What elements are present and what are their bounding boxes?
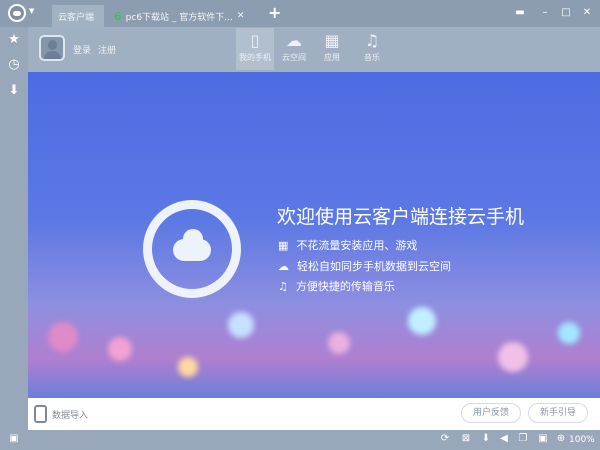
star-icon[interactable]: ★ <box>5 32 23 50</box>
tab-pc6[interactable]: 6 pc6下载站 _ 官方软件下... ✕ <box>108 5 258 27</box>
nav-my-phone[interactable]: ▯ 我的手机 <box>236 28 274 70</box>
favicon-icon: 6 <box>114 9 122 23</box>
apps-grid-icon: ▦ <box>324 31 340 50</box>
sidebar: ★ ◷ ⬇ <box>0 27 28 430</box>
tab-cloud-client[interactable]: 云客户端 <box>52 5 104 27</box>
cloud-sync-icon: ☁ <box>278 260 289 273</box>
fullscreen-icon[interactable]: ▣ <box>536 433 550 444</box>
status-bar: ▣ ⟳ ⊠ ⬇ ◀ ❐ ▣ ⊕ 100% <box>0 430 600 450</box>
bottom-panel: 数据导入 用户反馈 新手引导 <box>28 398 600 430</box>
minimize-button[interactable]: – <box>538 6 552 20</box>
cloud-logo-icon <box>8 4 26 22</box>
window-icon[interactable]: ❐ <box>516 433 530 444</box>
feature-sync: ☁ 轻松自如同步手机数据到云空间 <box>278 260 451 273</box>
sync-icon[interactable]: ⟳ <box>438 433 452 444</box>
clock-icon[interactable]: ◷ <box>5 57 23 75</box>
chevron-down-icon: ▼ <box>29 7 35 15</box>
avatar[interactable] <box>39 35 65 61</box>
close-button[interactable]: ✕ <box>580 6 594 20</box>
tab-label: pc6下载站 _ 官方软件下... <box>125 12 233 23</box>
skin-icon[interactable]: ▬ <box>513 6 527 20</box>
volume-icon[interactable]: ◀ <box>497 433 511 444</box>
phone-import-icon <box>34 405 47 423</box>
download-icon[interactable]: ⬇ <box>5 83 23 101</box>
app-menu-button[interactable]: ▼ <box>8 4 38 22</box>
register-link[interactable]: 注册 <box>98 43 116 56</box>
feature-music: ♫ 方便快捷的传输音乐 <box>278 280 395 293</box>
zoom-level[interactable]: 100% <box>569 435 595 445</box>
music-icon: ♫ <box>278 280 288 293</box>
zoom-icon[interactable]: ⊕ <box>554 433 568 444</box>
welcome-banner: 欢迎使用云客户端连接云手机 ▦ 不花流量安装应用、游戏 ☁ 轻松自如同步手机数据到云… <box>28 72 600 398</box>
cloud-logo <box>143 200 241 298</box>
new-tab-button[interactable]: + <box>268 3 281 22</box>
nav-music[interactable]: ♫ 音乐 <box>353 28 391 70</box>
phone-icon: ▯ <box>250 31 260 50</box>
maximize-button[interactable]: □ <box>559 6 573 20</box>
cloud-sync-icon: ☁ <box>286 31 302 50</box>
music-icon: ♫ <box>364 31 380 50</box>
login-link[interactable]: 登录 <box>73 43 91 56</box>
download-icon[interactable]: ⬇ <box>479 433 493 444</box>
feature-apps: ▦ 不花流量安装应用、游戏 <box>278 239 418 252</box>
feedback-button[interactable]: 用户反馈 <box>461 403 521 423</box>
screenshot-icon[interactable]: ⊠ <box>459 433 473 444</box>
banner-title: 欢迎使用云客户端连接云手机 <box>277 206 525 228</box>
apps-grid-icon: ▦ <box>278 239 289 252</box>
tab-label: 云客户端 <box>58 12 95 23</box>
guide-button[interactable]: 新手引导 <box>528 403 588 423</box>
title-bar: ▼ 云客户端 6 pc6下载站 _ 官方软件下... ✕ + ▬ – □ ✕ <box>0 0 600 27</box>
data-import-button[interactable]: 数据导入 <box>34 403 88 425</box>
toolbar: 登录 注册 ▯ 我的手机 ☁ 云空间 ▦ 应用 ♫ 音乐 <box>28 27 600 72</box>
close-tab-icon[interactable]: ✕ <box>237 11 245 21</box>
nav-apps[interactable]: ▦ 应用 <box>313 28 351 70</box>
nav-cloud-space[interactable]: ☁ 云空间 <box>275 28 313 70</box>
sidebar-toggle-icon[interactable]: ▣ <box>7 433 21 444</box>
